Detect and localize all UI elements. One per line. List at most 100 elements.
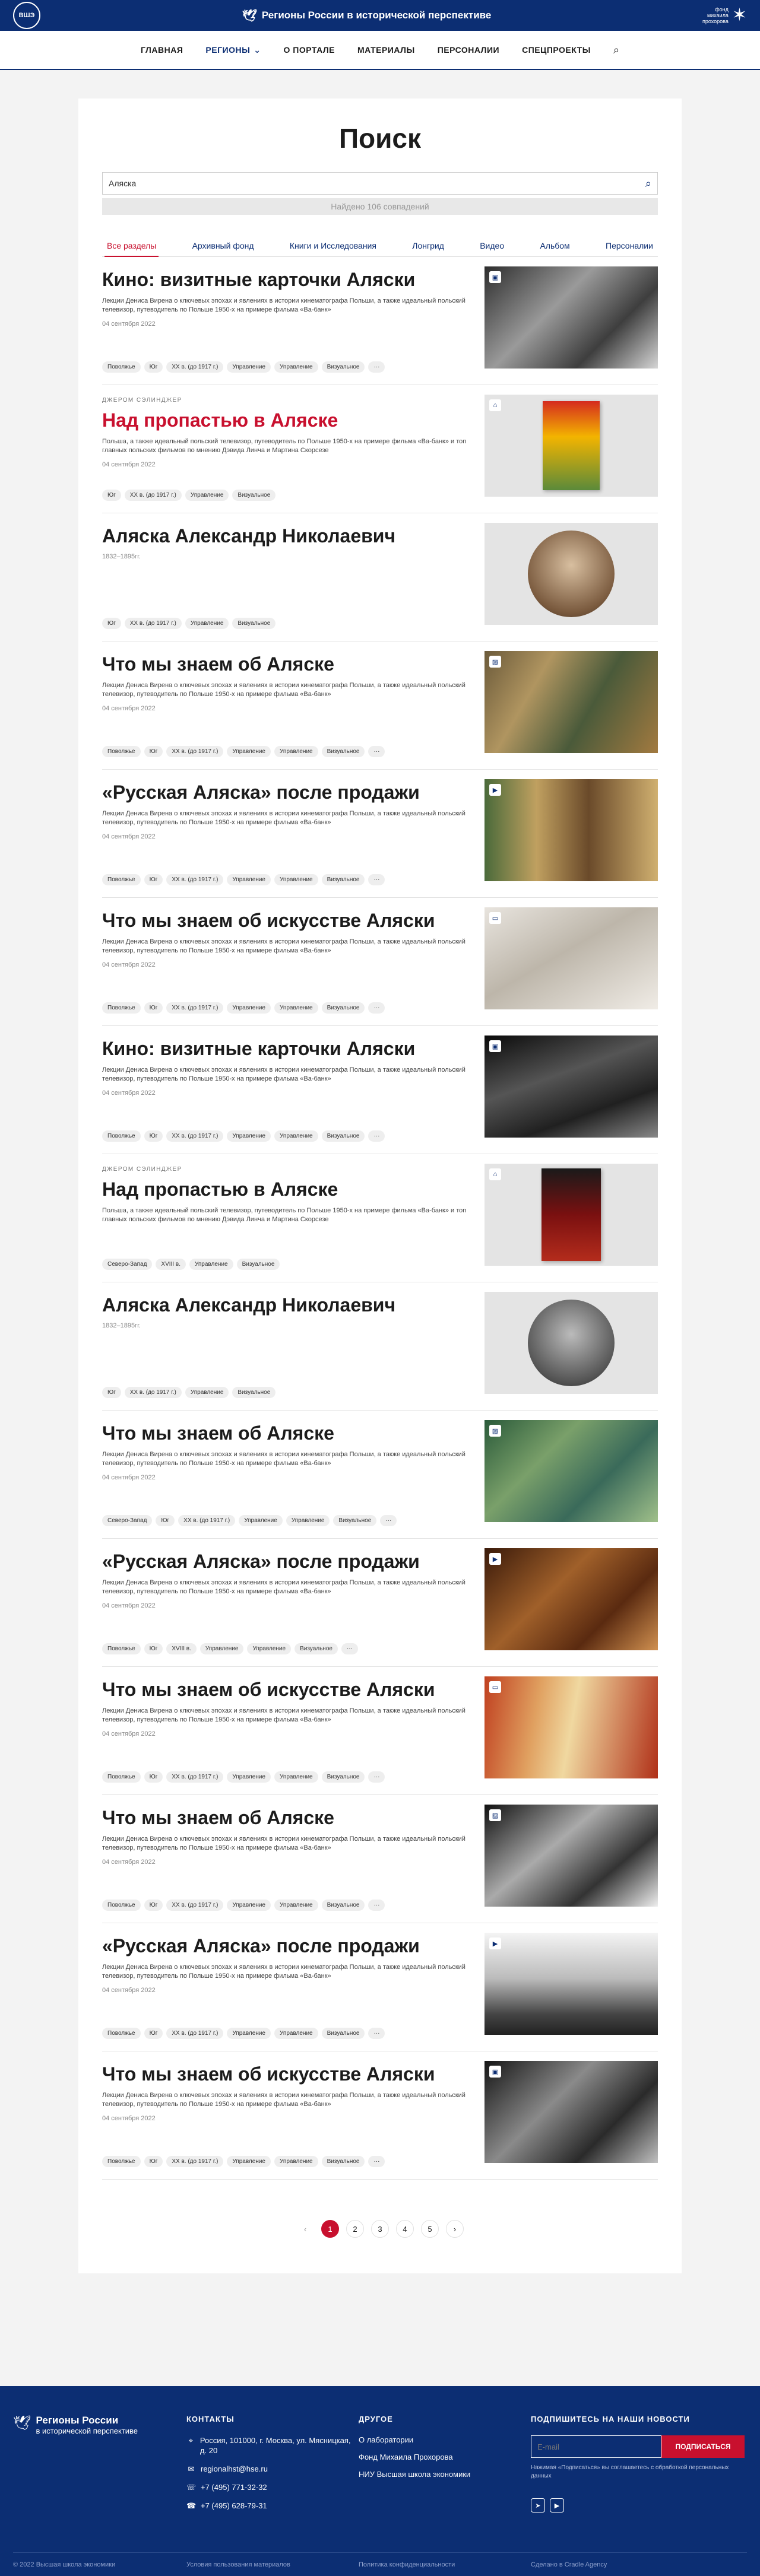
search-result[interactable]: Что мы знаем об искусстве Аляски Лекции … bbox=[102, 898, 658, 1026]
tag[interactable]: ··· bbox=[368, 1771, 385, 1783]
tab-video[interactable]: Видео bbox=[480, 241, 504, 250]
tab-persons[interactable]: Персоналии bbox=[606, 241, 653, 250]
result-image[interactable]: ▣ bbox=[484, 266, 658, 369]
tag[interactable]: Визуальное bbox=[321, 361, 365, 373]
tag[interactable]: Визуальное bbox=[321, 1900, 365, 1911]
tag[interactable]: Визуальное bbox=[236, 1259, 280, 1270]
tab-longread[interactable]: Лонгрид bbox=[412, 241, 444, 250]
result-image[interactable]: ▣ bbox=[484, 2061, 658, 2163]
tag[interactable]: XX в. (до 1917 г.) bbox=[166, 1771, 224, 1783]
tab-all[interactable]: Все разделы bbox=[104, 241, 159, 257]
tag[interactable]: Управление bbox=[247, 1643, 292, 1654]
tag[interactable]: Управление bbox=[274, 1771, 318, 1783]
tag[interactable]: Управление bbox=[227, 2156, 271, 2167]
privacy-link[interactable]: Политика конфиденциальности bbox=[359, 2561, 531, 2568]
tag[interactable]: Визуальное bbox=[321, 874, 365, 885]
tag[interactable]: Управление bbox=[274, 1900, 318, 1911]
result-title[interactable]: «Русская Аляска» после продажи bbox=[102, 1551, 482, 1573]
search-result[interactable]: Кино: визитные карточки Аляски Лекции Де… bbox=[102, 1026, 658, 1154]
tag[interactable]: Поволжье bbox=[102, 1002, 141, 1014]
tag[interactable]: Визуальное bbox=[232, 490, 276, 501]
result-title[interactable]: «Русская Аляска» после продажи bbox=[102, 782, 482, 803]
tag[interactable]: Юг bbox=[144, 1130, 163, 1142]
next-page-button[interactable]: › bbox=[446, 2220, 464, 2238]
hse-logo[interactable]: ВШЭ bbox=[13, 2, 40, 29]
tag[interactable]: Юг bbox=[144, 2028, 163, 2039]
tag[interactable]: Управление bbox=[185, 618, 229, 629]
result-image[interactable]: ▣ bbox=[484, 1036, 658, 1138]
nav-item-special[interactable]: СПЕЦПРОЕКТЫ bbox=[522, 45, 591, 55]
phone-2[interactable]: +7 (495) 628-79-31 bbox=[201, 2501, 267, 2511]
result-image[interactable]: ▶ bbox=[484, 779, 658, 881]
tag[interactable]: XX в. (до 1917 г.) bbox=[166, 2156, 224, 2167]
tag[interactable]: XX в. (до 1917 г.) bbox=[166, 874, 224, 885]
tag[interactable]: Юг bbox=[102, 1387, 121, 1398]
tag[interactable]: Юг bbox=[144, 1643, 163, 1654]
result-title[interactable]: Кино: визитные карточки Аляски bbox=[102, 269, 482, 291]
tag[interactable]: Визуальное bbox=[232, 618, 276, 629]
tab-archive[interactable]: Архивный фонд bbox=[192, 241, 254, 250]
result-image[interactable]: ▨ bbox=[484, 1420, 658, 1522]
tag[interactable]: XX в. (до 1917 г.) bbox=[124, 1387, 182, 1398]
tag[interactable]: Юг bbox=[144, 1900, 163, 1911]
page-2[interactable]: 2 bbox=[346, 2220, 364, 2238]
nav-item-materials[interactable]: МАТЕРИАЛЫ bbox=[357, 45, 415, 55]
telegram-icon[interactable]: ➤ bbox=[531, 2498, 545, 2513]
tag[interactable]: Визуальное bbox=[321, 1771, 365, 1783]
search-result[interactable]: Что мы знаем об Аляске Лекции Дениса Вир… bbox=[102, 1795, 658, 1923]
result-title[interactable]: Что мы знаем об Аляске bbox=[102, 1807, 482, 1829]
tag[interactable]: Юг bbox=[156, 1515, 175, 1526]
tag[interactable]: ··· bbox=[368, 874, 385, 885]
tag[interactable]: Северо-Запад bbox=[102, 1259, 153, 1270]
search-result[interactable]: Что мы знаем об искусстве Аляски Лекции … bbox=[102, 2051, 658, 2180]
result-title[interactable]: Что мы знаем об искусстве Аляски bbox=[102, 910, 482, 932]
tag[interactable]: Юг bbox=[144, 361, 163, 373]
search-result[interactable]: «Русская Аляска» после продажи Лекции Де… bbox=[102, 770, 658, 898]
tag[interactable]: Юг bbox=[144, 874, 163, 885]
result-title[interactable]: Кино: визитные карточки Аляски bbox=[102, 1038, 482, 1060]
tag[interactable]: ··· bbox=[368, 1900, 385, 1911]
tag[interactable]: Управление bbox=[189, 1259, 233, 1270]
tag[interactable]: Управление bbox=[227, 1002, 271, 1014]
tag[interactable]: Управление bbox=[200, 1643, 244, 1654]
search-result[interactable]: Кино: визитные карточки Аляски Лекции Де… bbox=[102, 257, 658, 385]
search-result[interactable]: Что мы знаем об Аляске Лекции Дениса Вир… bbox=[102, 1411, 658, 1539]
tag[interactable]: XX в. (до 1917 г.) bbox=[166, 1900, 224, 1911]
tag[interactable]: Управление bbox=[274, 2028, 318, 2039]
result-image[interactable]: ▨ bbox=[484, 1805, 658, 1907]
tag[interactable]: XX в. (до 1917 г.) bbox=[124, 618, 182, 629]
tag[interactable]: Визуальное bbox=[321, 2028, 365, 2039]
result-title[interactable]: Над пропастью в Аляске bbox=[102, 1179, 482, 1200]
tag[interactable]: Управление bbox=[227, 874, 271, 885]
tag[interactable]: Поволжье bbox=[102, 1900, 141, 1911]
tag[interactable]: Юг bbox=[144, 2156, 163, 2167]
tag[interactable]: ··· bbox=[368, 2028, 385, 2039]
tag[interactable]: Управление bbox=[227, 746, 271, 757]
result-image[interactable]: ⌂ bbox=[484, 1164, 658, 1266]
tag[interactable]: Управление bbox=[227, 1900, 271, 1911]
result-title[interactable]: Что мы знаем об искусстве Аляски bbox=[102, 1679, 482, 1701]
result-title[interactable]: Что мы знаем об Аляске bbox=[102, 653, 482, 675]
search-result[interactable]: ДЖЕРОМ СЭЛИНДЖЕР Над пропастью в Аляске … bbox=[102, 385, 658, 513]
tag[interactable]: Юг bbox=[144, 1002, 163, 1014]
search-icon[interactable]: ⌕ bbox=[645, 177, 651, 190]
tag[interactable]: XX в. (до 1917 г.) bbox=[166, 1002, 224, 1014]
prev-page-button[interactable]: ‹ bbox=[296, 2220, 314, 2238]
tag[interactable]: XVIII в. bbox=[166, 1643, 197, 1654]
tag[interactable]: Поволжье bbox=[102, 746, 141, 757]
search-result[interactable]: Аляска Александр Николаевич 1832–1895гг.… bbox=[102, 513, 658, 641]
tag[interactable]: Визуальное bbox=[333, 1515, 377, 1526]
search-result[interactable]: «Русская Аляска» после продажи Лекции Де… bbox=[102, 1923, 658, 2051]
tag[interactable]: Поволжье bbox=[102, 2028, 141, 2039]
tag[interactable]: Поволжье bbox=[102, 1643, 141, 1654]
tag[interactable]: Поволжье bbox=[102, 874, 141, 885]
tag[interactable]: XX в. (до 1917 г.) bbox=[166, 2028, 224, 2039]
tag[interactable]: Управление bbox=[185, 1387, 229, 1398]
search-result[interactable]: Аляска Александр Николаевич 1832–1895гг.… bbox=[102, 1282, 658, 1411]
search-result[interactable]: «Русская Аляска» после продажи Лекции Де… bbox=[102, 1539, 658, 1667]
tag[interactable]: Управление bbox=[274, 874, 318, 885]
result-title[interactable]: Аляска Александр Николаевич bbox=[102, 525, 482, 547]
tag[interactable]: Управление bbox=[274, 1002, 318, 1014]
result-title[interactable]: Что мы знаем об Аляске bbox=[102, 1422, 482, 1444]
result-title[interactable]: Что мы знаем об искусстве Аляски bbox=[102, 2063, 482, 2085]
